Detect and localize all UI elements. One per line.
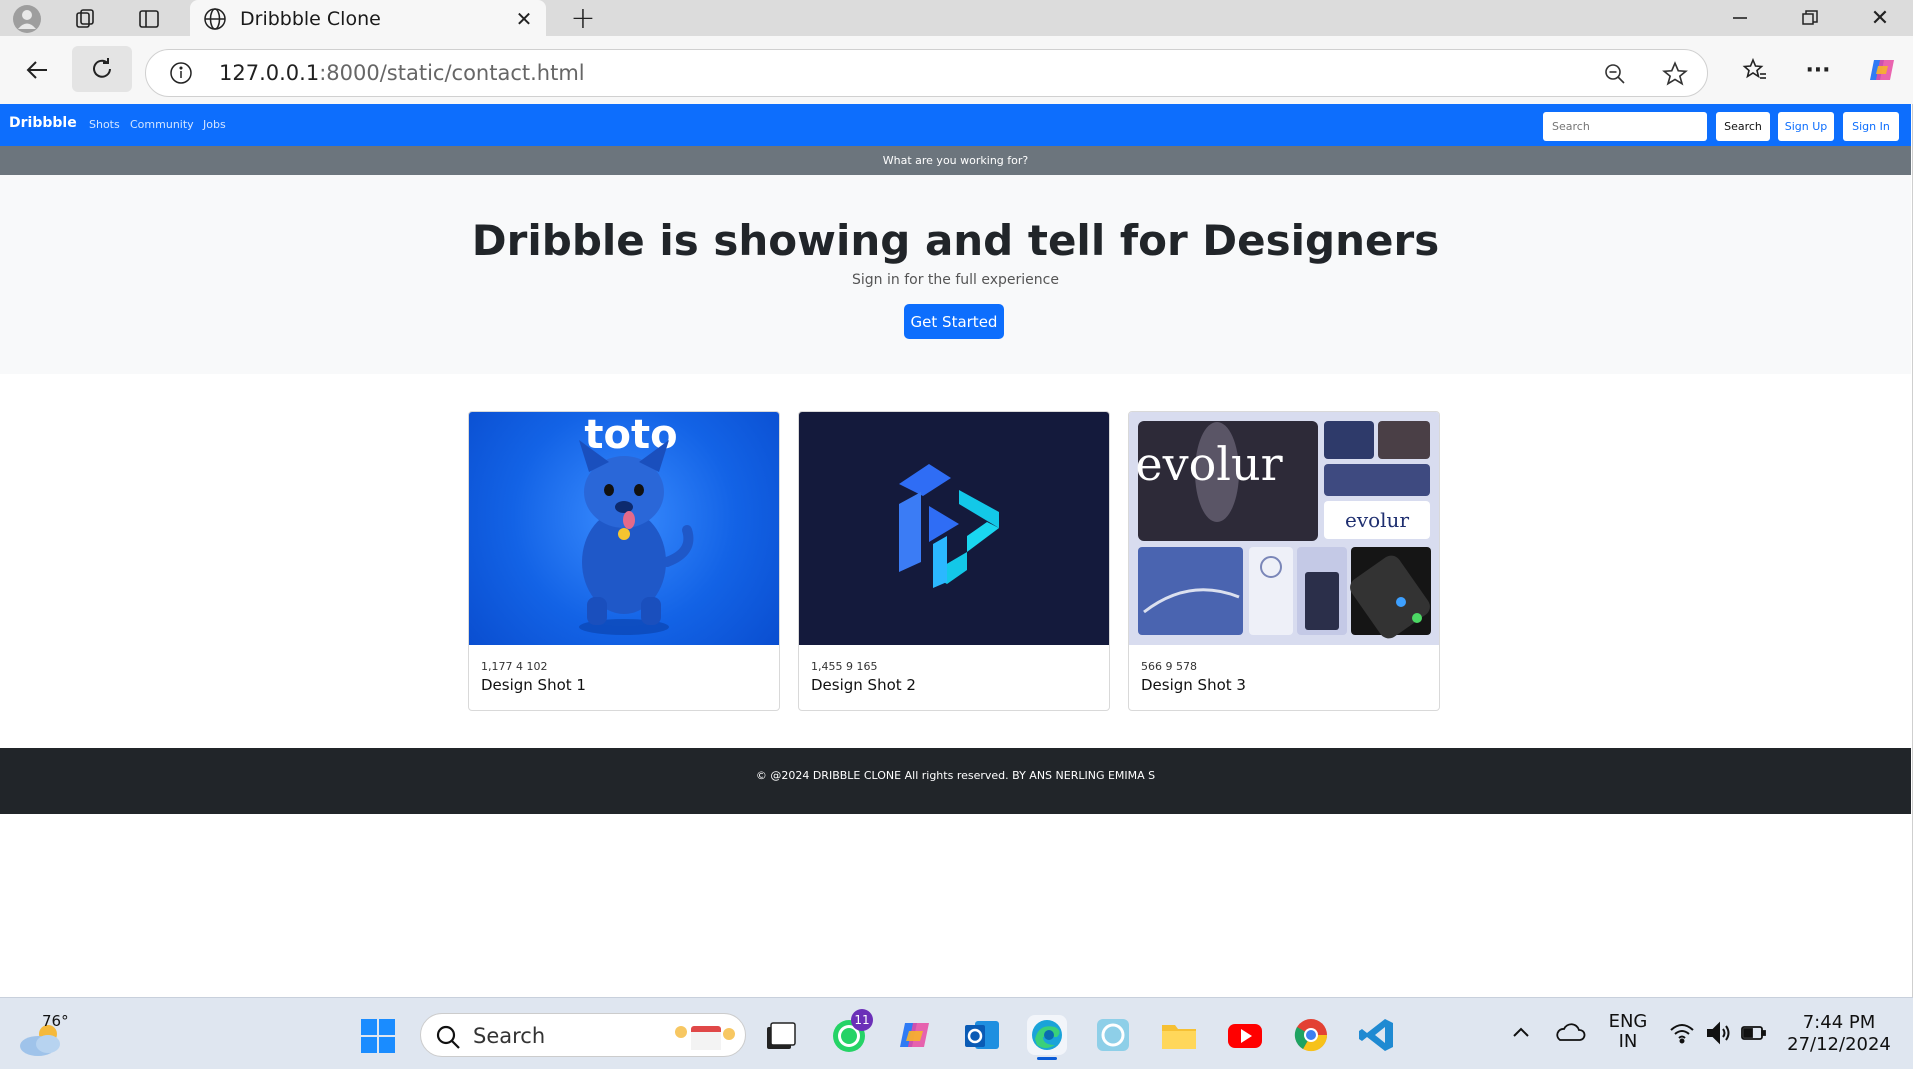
browser-tab-strip: Dribbble Clone ✕ + ✕	[0, 0, 1913, 37]
site-info-icon[interactable]	[168, 60, 194, 86]
workspaces-icon[interactable]	[70, 3, 102, 35]
minimize-icon[interactable]	[1720, 4, 1760, 32]
design-card[interactable]: evolur evolur 566 9 578 Design Shot 3	[1128, 411, 1440, 711]
close-window-icon[interactable]: ✕	[1860, 4, 1900, 32]
more-options-icon[interactable]: ···	[1798, 50, 1838, 90]
nav-link-shots[interactable]: Shots	[89, 118, 120, 131]
refresh-icon[interactable]	[72, 46, 132, 92]
tab-actions-icon[interactable]	[133, 3, 165, 35]
hero-subtitle: Sign in for the full experience	[852, 272, 1059, 288]
favorite-star-icon[interactable]	[1661, 60, 1689, 88]
tab-dribbble-clone[interactable]: Dribbble Clone ✕	[190, 0, 546, 37]
windows-icon	[361, 1019, 395, 1053]
taskbar-search[interactable]: Search	[420, 1013, 746, 1057]
youtube-icon[interactable]	[1225, 1015, 1265, 1055]
design-shot-1-image[interactable]: toto	[469, 412, 779, 645]
vscode-icon[interactable]	[1357, 1015, 1397, 1055]
remote-app-icon[interactable]	[1093, 1015, 1133, 1055]
copilot-app-icon[interactable]	[895, 1015, 935, 1055]
design-card[interactable]: 1,455 9 165 Design Shot 2	[798, 411, 1110, 711]
weather-temp: 76°	[42, 1012, 69, 1030]
sign-up-button[interactable]: Sign Up	[1778, 112, 1834, 141]
footer: © @2024 DRIBBLE CLONE All rights reserve…	[0, 748, 1911, 814]
web-page: Dribbble Shots Community Jobs Search Sig…	[0, 104, 1913, 997]
battery-icon[interactable]	[1740, 1022, 1768, 1044]
weather-widget[interactable]: 76°	[18, 1008, 88, 1060]
volume-icon[interactable]	[1704, 1020, 1732, 1046]
copilot-icon[interactable]	[1862, 50, 1902, 90]
design-card[interactable]: toto 1,177 4 102 Design Shot 1	[468, 411, 780, 711]
region-code: IN	[1618, 1031, 1638, 1052]
evolur-logo-text-small: evolur	[1345, 508, 1409, 532]
calendar-decoration-icon	[675, 1026, 735, 1050]
get-started-button[interactable]: Get Started	[904, 304, 1004, 339]
globe-icon	[202, 6, 228, 32]
start-button[interactable]	[360, 1018, 396, 1054]
url-field[interactable]: 127.0.0.1:8000/static/contact.html	[145, 49, 1708, 97]
wifi-icon[interactable]	[1668, 1020, 1696, 1046]
clock-date: 27/12/2024	[1787, 1034, 1891, 1055]
nav-link-jobs[interactable]: Jobs	[203, 118, 226, 131]
task-view-icon[interactable]	[760, 1015, 800, 1055]
design-shot-2-image[interactable]	[799, 412, 1109, 645]
file-explorer-icon[interactable]	[1159, 1015, 1199, 1055]
evolur-logo-text: evolur	[1135, 437, 1282, 491]
url-text: 127.0.0.1:8000/static/contact.html	[219, 61, 585, 85]
design-shot-3-image[interactable]: evolur evolur	[1129, 412, 1439, 645]
hero-title: Dribble is showing and tell for Designer…	[471, 216, 1440, 265]
clock[interactable]: 7:44 PM 27/12/2024	[1780, 1012, 1898, 1056]
card-title[interactable]: Design Shot 3	[1141, 676, 1246, 694]
hero-section: Dribble is showing and tell for Designer…	[0, 175, 1911, 374]
search-button[interactable]: Search	[1716, 112, 1770, 141]
search-input[interactable]	[1543, 112, 1707, 141]
search-icon	[436, 1025, 460, 1049]
card-title[interactable]: Design Shot 1	[481, 676, 586, 694]
tab-title: Dribbble Clone	[240, 8, 381, 30]
restore-icon[interactable]	[1790, 4, 1830, 32]
taskbar-search-label: Search	[473, 1024, 546, 1048]
language-indicator[interactable]: ENG IN	[1604, 1012, 1652, 1052]
chrome-icon[interactable]	[1291, 1015, 1331, 1055]
sign-in-button[interactable]: Sign In	[1843, 112, 1899, 141]
brand-logo[interactable]: Dribbble	[9, 115, 77, 131]
edge-icon[interactable]	[1027, 1015, 1067, 1060]
address-bar-row: 127.0.0.1:8000/static/contact.html ···	[0, 36, 1913, 104]
language-code: ENG	[1608, 1011, 1648, 1032]
card-stats: 1,177 4 102	[481, 660, 548, 673]
clock-time: 7:44 PM	[1802, 1012, 1876, 1033]
card-title[interactable]: Design Shot 2	[811, 676, 916, 694]
outlook-icon[interactable]	[961, 1015, 1001, 1055]
show-hidden-icons-chevron-icon[interactable]	[1508, 1020, 1534, 1046]
profile-icon[interactable]	[10, 2, 44, 36]
zoom-out-icon[interactable]	[1601, 60, 1629, 88]
navbar: Dribbble Shots Community Jobs Search Sig…	[0, 104, 1911, 146]
nav-link-community[interactable]: Community	[130, 118, 194, 131]
favorites-icon[interactable]	[1735, 50, 1775, 90]
announcement-bar: What are you working for?	[0, 146, 1911, 175]
close-tab-icon[interactable]: ✕	[513, 7, 535, 31]
taskbar: 76° Search 11 ENG IN 7:44 PM 27/12/2024	[0, 997, 1913, 1069]
card-stats: 566 9 578	[1141, 660, 1197, 673]
whatsapp-icon[interactable]: 11	[829, 1009, 873, 1055]
new-tab-icon[interactable]: +	[567, 1, 599, 36]
back-icon[interactable]	[17, 50, 57, 90]
whatsapp-badge: 11	[851, 1009, 873, 1031]
active-app-indicator	[1037, 1057, 1057, 1060]
card-stats: 1,455 9 165	[811, 660, 878, 673]
onedrive-icon[interactable]	[1554, 1020, 1586, 1046]
